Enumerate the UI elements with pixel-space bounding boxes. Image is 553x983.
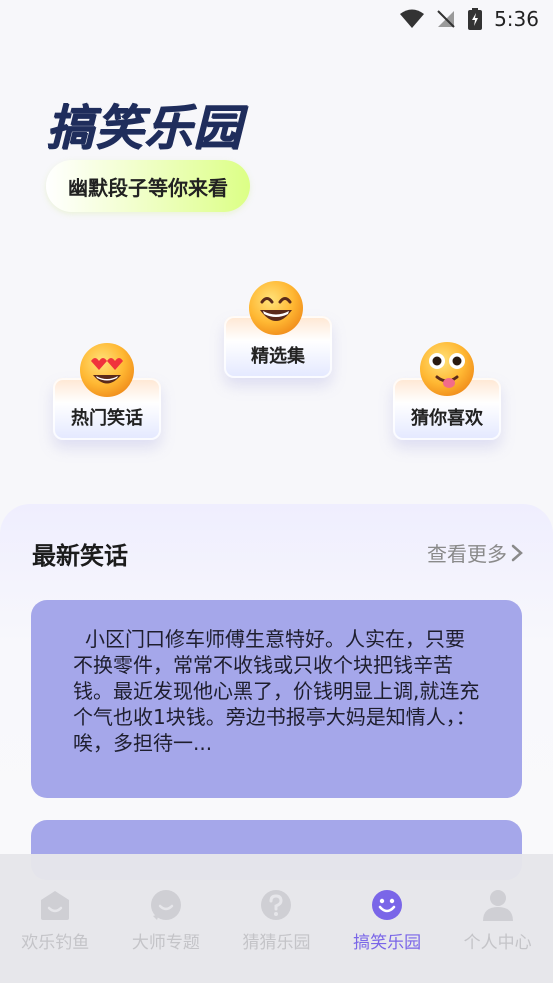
heart-eyes-emoji-icon (80, 343, 134, 397)
section-title: 最新笑话 (32, 542, 128, 570)
nav-item-joke[interactable]: 搞笑乐园 (332, 888, 442, 953)
nav-item-profile[interactable]: 个人中心 (443, 888, 553, 953)
view-more-label: 查看更多 (427, 542, 507, 566)
page-title: 搞笑乐园 (46, 100, 243, 156)
master-icon (150, 890, 181, 920)
no-signal-icon (437, 10, 455, 28)
category-label: 热门笑话 (71, 408, 143, 429)
fishing-icon (41, 891, 70, 920)
chevron-right-icon (511, 544, 523, 561)
smile-icon (372, 890, 403, 920)
nav-item-master[interactable]: 大师专题 (111, 888, 221, 953)
person-icon (482, 890, 513, 921)
nav-item-fishing[interactable]: 欢乐钓鱼 (0, 888, 110, 953)
wifi-icon (400, 9, 425, 28)
subtitle-badge: 幽默段子等你来看 (46, 160, 250, 212)
nav-label: 个人中心 (463, 933, 532, 953)
nav-label: 猜猜乐园 (242, 933, 311, 953)
nav-item-guess[interactable]: 猜猜乐园 (221, 888, 331, 953)
nav-label: 搞笑乐园 (353, 933, 422, 953)
joke-text: 小区门口修车师傅生意特好。人实在，只要不换零件，常常不收钱或只收个块把钱辛苦钱。… (73, 627, 480, 755)
nav-label: 大师专题 (131, 933, 200, 953)
category-label: 精选集 (251, 346, 305, 367)
view-more-link[interactable]: 查看更多 (427, 538, 523, 567)
status-time: 5:36 (494, 7, 539, 31)
goofy-emoji-icon (420, 342, 474, 396)
bottom-nav: 欢乐钓鱼 大师专题 猜猜乐园 搞笑乐园 个人中心 (0, 854, 553, 983)
category-label: 猜你喜欢 (411, 408, 483, 429)
status-bar: 5:36 (0, 0, 553, 38)
joke-card[interactable]: 小区门口修车师傅生意特好。人实在，只要不换零件，常常不收钱或只收个块把钱辛苦钱。… (31, 600, 522, 798)
battery-charging-icon (468, 8, 483, 30)
grin-emoji-icon (249, 281, 303, 335)
nav-label: 欢乐钓鱼 (21, 933, 90, 953)
question-icon (261, 890, 292, 920)
